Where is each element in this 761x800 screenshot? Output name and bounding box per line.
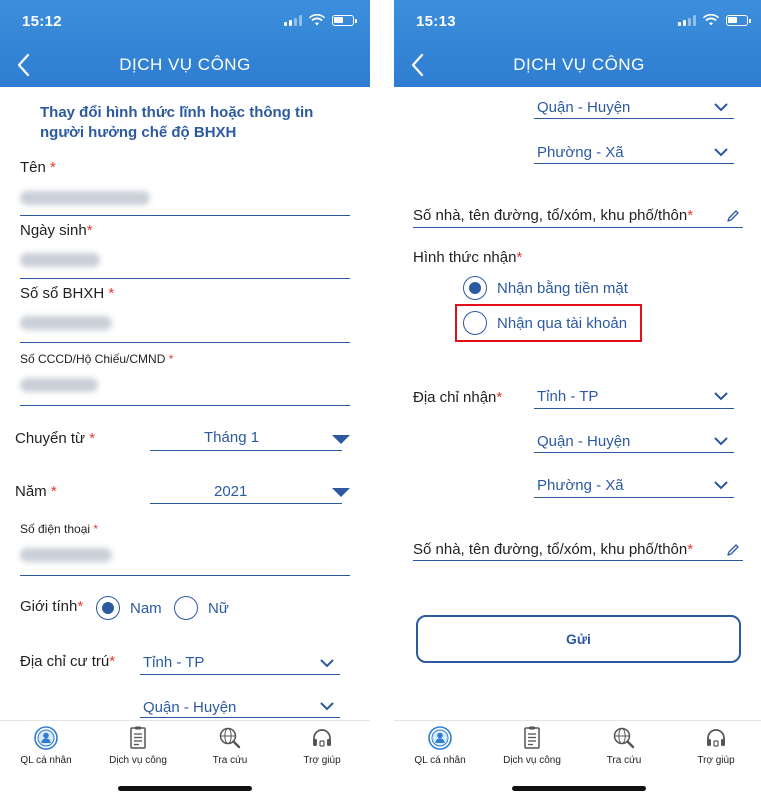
name-value	[20, 191, 150, 205]
from-month-label: Chuyển từ *	[15, 430, 96, 447]
phone-input[interactable]	[20, 575, 350, 576]
wifi-icon	[703, 14, 719, 26]
gender-female-label: Nữ	[208, 600, 229, 617]
person-circle-icon	[428, 726, 452, 750]
dob-input[interactable]	[20, 278, 350, 279]
chevron-down-icon	[714, 392, 728, 401]
id-number-value	[20, 378, 98, 392]
app-header: 15:12 DỊCH VỤ CÔNG	[0, 0, 370, 87]
bhxh-label: Số sổ BHXH *	[20, 285, 115, 302]
status-icons	[284, 14, 357, 26]
gender-male-radio[interactable]	[96, 596, 120, 620]
tab-ql-ca-nhan[interactable]: QL cá nhân	[0, 725, 92, 777]
year-value: 2021	[214, 483, 248, 500]
app-header: 15:13 DỊCH VỤ CÔNG	[394, 0, 761, 87]
id-number-input[interactable]	[20, 405, 350, 406]
globe-search-icon	[613, 727, 635, 749]
residence-street-label: Số nhà, tên đường, tổ/xóm, khu phố/thôn*	[413, 207, 694, 224]
tab-dich-vu-cong[interactable]: Dịch vụ công	[92, 725, 184, 777]
dob-label: Ngày sinh*	[20, 222, 93, 239]
phone-value	[20, 548, 112, 562]
home-indicator	[512, 786, 646, 791]
headset-icon	[313, 729, 331, 747]
gender-male-label: Nam	[130, 600, 162, 617]
chevron-down-icon	[714, 103, 728, 112]
receive-district-value: Quận - Huyện	[537, 433, 631, 450]
from-month-value: Tháng 1	[204, 429, 260, 446]
phone-screen-left: 15:12 DỊCH VỤ CÔNG Thay đổi hình thức lĩ…	[0, 0, 370, 800]
receive-account-radio[interactable]	[463, 311, 487, 335]
residence-district-value: Quận - Huyện	[537, 99, 631, 116]
gender-label: Giới tính*	[20, 598, 84, 615]
battery-icon	[726, 14, 751, 26]
document-icon	[524, 726, 540, 749]
year-label: Năm *	[15, 483, 57, 500]
tab-tra-cuu[interactable]: Tra cứu	[184, 725, 276, 777]
receive-method-label: Hình thức nhận*	[413, 249, 523, 266]
status-icons	[678, 14, 751, 26]
cellular-signal-icon	[678, 14, 696, 26]
dropdown-arrow-icon	[332, 488, 350, 497]
id-number-label: Số CCCD/Hộ Chiếu/CMND *	[20, 352, 174, 366]
dropdown-arrow-icon	[332, 435, 350, 444]
page-title: DỊCH VỤ CÔNG	[119, 55, 251, 74]
receive-street-input[interactable]	[413, 560, 743, 561]
receive-address-label: Địa chỉ nhận*	[413, 389, 503, 406]
status-time: 15:12	[22, 13, 62, 30]
submit-button[interactable]: Gửi	[416, 615, 741, 663]
residence-district-value: Quận - Huyện	[143, 699, 237, 716]
bhxh-value	[20, 316, 112, 330]
receive-province-value: Tỉnh - TP	[537, 388, 599, 405]
receive-street-label: Số nhà, tên đường, tổ/xóm, khu phố/thôn*	[413, 541, 694, 558]
bhxh-input[interactable]	[20, 342, 350, 343]
tab-tra-cuu[interactable]: Tra cứu	[578, 725, 670, 777]
globe-search-icon	[219, 727, 241, 749]
battery-icon	[332, 14, 357, 26]
chevron-down-icon	[320, 702, 334, 711]
name-label: Tên *	[20, 159, 56, 176]
residence-address-label: Địa chỉ cư trú*	[20, 653, 116, 670]
home-indicator	[118, 786, 252, 791]
form-scroll-area[interactable]: Thay đổi hình thức lĩnh hoặc thông tin n…	[0, 87, 370, 720]
document-icon	[130, 726, 146, 749]
person-circle-icon	[34, 726, 58, 750]
name-input[interactable]	[20, 215, 350, 216]
status-time: 15:13	[416, 13, 456, 30]
screen-divider	[370, 0, 394, 800]
chevron-down-icon	[320, 659, 334, 668]
gender-female-radio[interactable]	[174, 596, 198, 620]
tab-ql-ca-nhan[interactable]: QL cá nhân	[394, 725, 486, 777]
pencil-icon	[727, 544, 739, 556]
headset-icon	[707, 729, 725, 747]
receive-cash-radio[interactable]	[463, 276, 487, 300]
dob-value	[20, 253, 100, 267]
page-title: DỊCH VỤ CÔNG	[513, 55, 645, 74]
cellular-signal-icon	[284, 14, 302, 26]
chevron-down-icon	[714, 148, 728, 157]
residence-street-input[interactable]	[413, 227, 743, 228]
tab-tro-giup[interactable]: Trợ giúp	[276, 725, 368, 777]
residence-ward-value: Phường - Xã	[537, 144, 624, 161]
receive-ward-value: Phường - Xã	[537, 477, 624, 494]
chevron-down-icon	[714, 437, 728, 446]
residence-province-value: Tỉnh - TP	[143, 654, 205, 671]
receive-cash-label: Nhận bằng tiền mặt	[497, 280, 628, 297]
receive-account-label: Nhận qua tài khoản	[497, 315, 628, 332]
phone-screen-right: 15:13 DỊCH VỤ CÔNG Quận - Huyện Phường -…	[394, 0, 761, 800]
wifi-icon	[309, 14, 325, 26]
form-title: Thay đổi hình thức lĩnh hoặc thông tin n…	[40, 104, 314, 141]
form-scroll-area[interactable]: Quận - Huyện Phường - Xã Số nhà, tên đườ…	[394, 87, 761, 720]
tab-dich-vu-cong[interactable]: Dịch vụ công	[486, 725, 578, 777]
chevron-down-icon	[714, 481, 728, 490]
tab-tro-giup[interactable]: Trợ giúp	[670, 725, 761, 777]
pencil-icon	[727, 210, 739, 222]
phone-label: Số điện thoại *	[20, 522, 99, 536]
